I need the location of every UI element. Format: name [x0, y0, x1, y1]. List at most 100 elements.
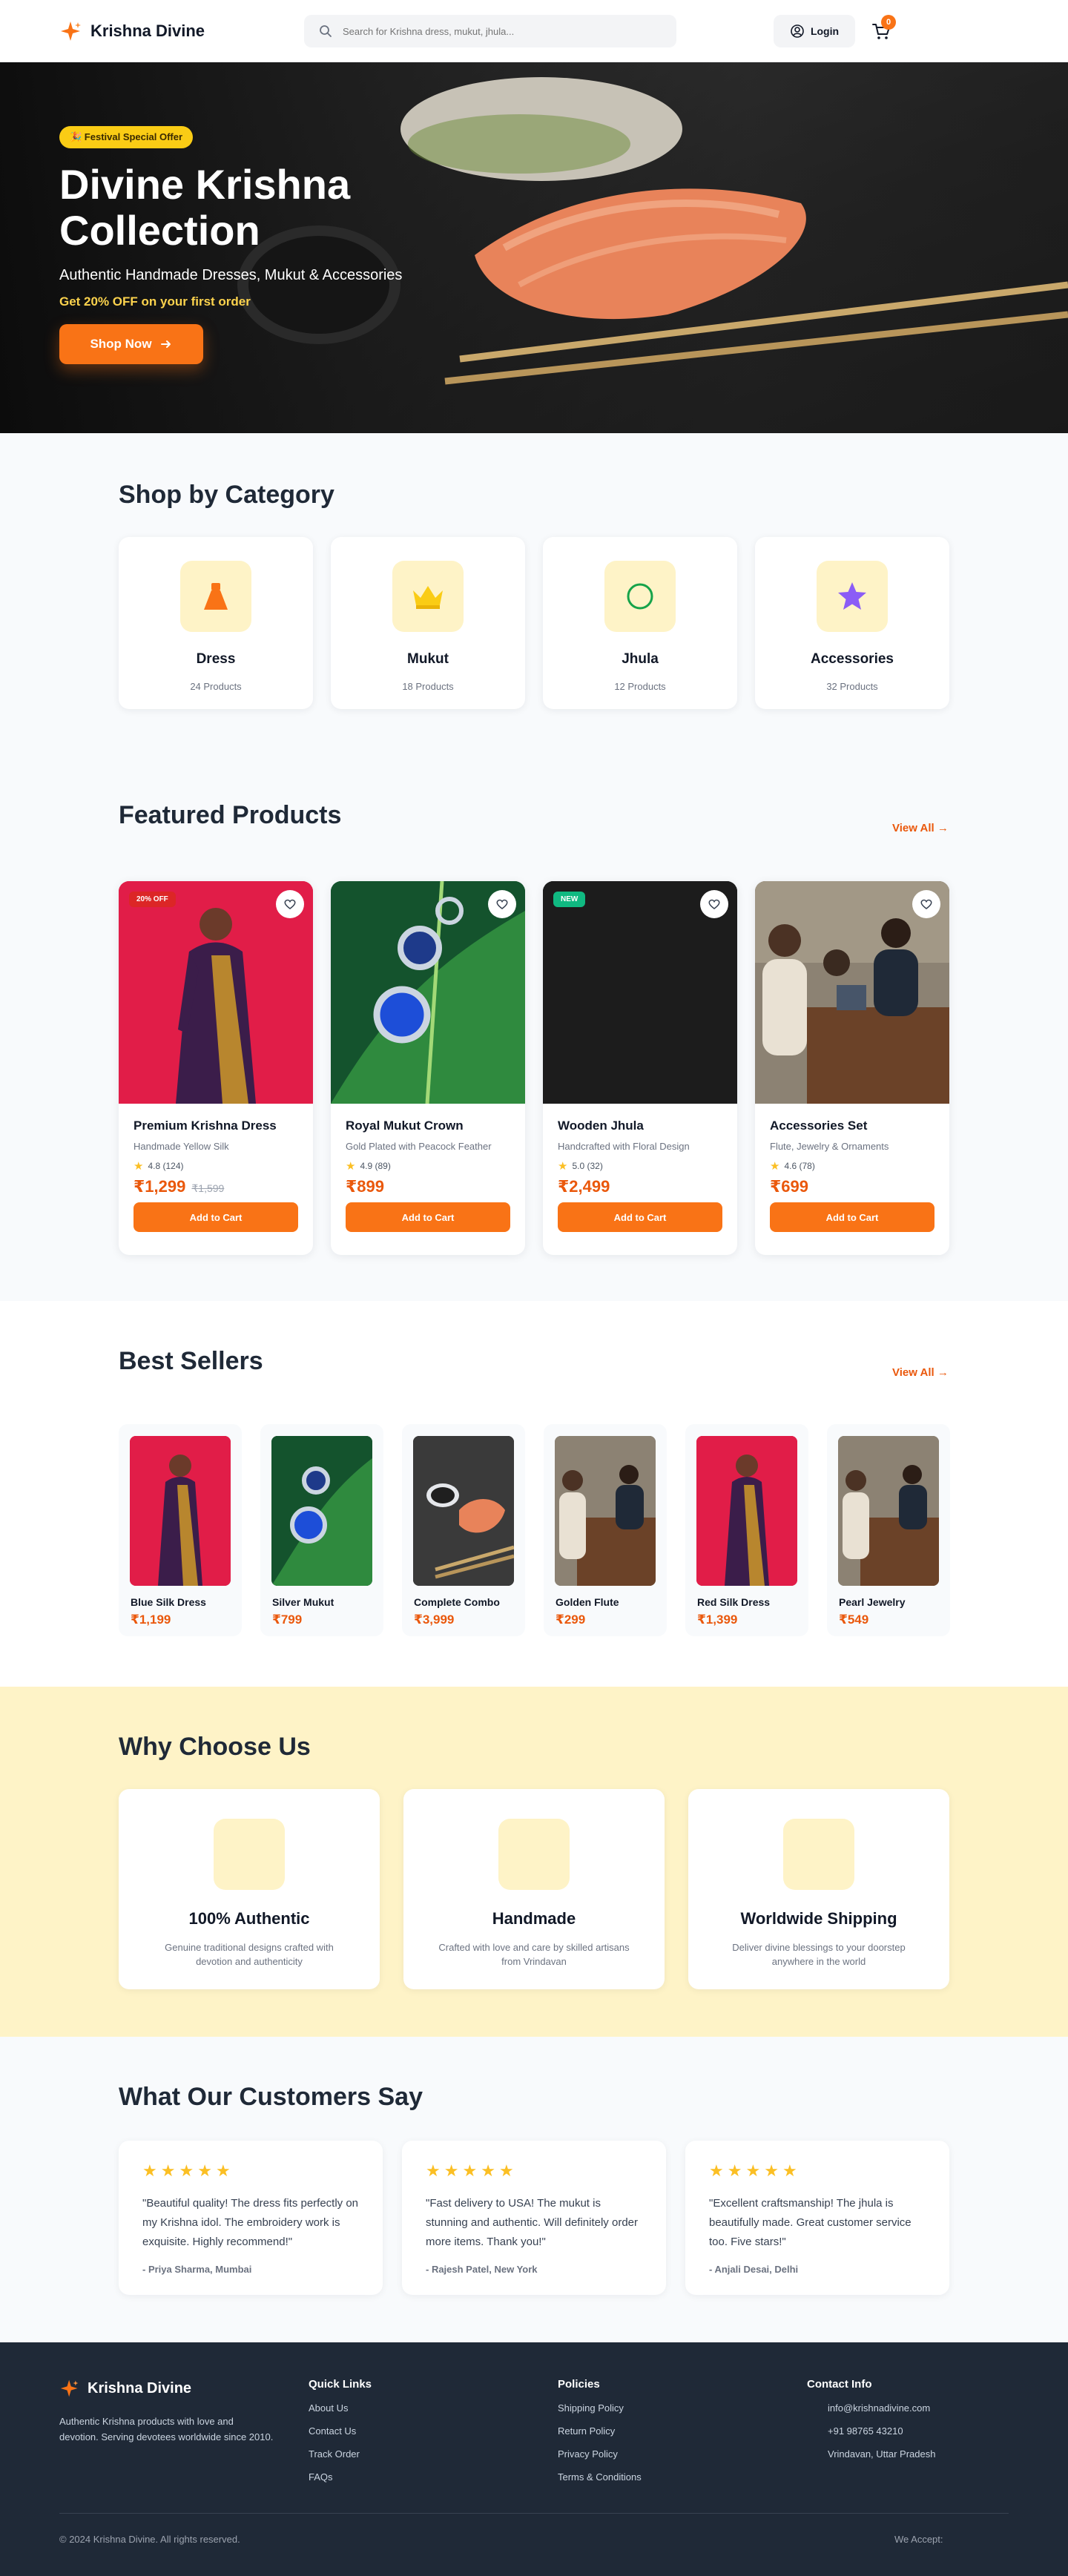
- product-rating: ★ 4.9 (89): [346, 1159, 510, 1173]
- footer-link-faqs[interactable]: FAQs: [309, 2471, 372, 2483]
- footer-link-terms[interactable]: Terms & Conditions: [558, 2471, 642, 2483]
- rating-value: 4.9 (89): [360, 1161, 391, 1171]
- product-image[interactable]: NEW: [543, 881, 737, 1104]
- footer-link-contact[interactable]: Contact Us: [309, 2425, 372, 2437]
- feature-name: 100% Authentic: [188, 1909, 310, 1928]
- hero-title-line-2: Collection: [59, 207, 260, 254]
- best-sellers-view-all-link[interactable]: View All →: [892, 1366, 949, 1379]
- featured-title: Featured Products: [119, 801, 342, 829]
- star-icon: ★: [558, 1160, 568, 1173]
- footer-link-about[interactable]: About Us: [309, 2402, 372, 2414]
- best-seller-card[interactable]: Pearl Jewelry ₹549: [827, 1424, 950, 1636]
- category-section: Shop by Category Dress 24 Products Mukut…: [0, 433, 1068, 745]
- footer-about: Authentic Krishna products with love and…: [59, 2416, 274, 2442]
- product-name: Complete Combo: [414, 1596, 500, 1608]
- product-image: [413, 1436, 514, 1586]
- product-price: ₹1,299 ₹1,599: [134, 1177, 298, 1196]
- star-icon: [817, 561, 888, 632]
- product-price: ₹3,999: [414, 1613, 455, 1627]
- category-name: Accessories: [811, 651, 894, 667]
- brand-logo[interactable]: Krishna Divine: [59, 19, 205, 43]
- crown-icon: [392, 561, 464, 632]
- wishlist-button[interactable]: [488, 890, 516, 918]
- star-icon: ★: [426, 2161, 441, 2180]
- contact-email[interactable]: info@krishnadivine.com: [807, 2402, 935, 2414]
- footer-logo[interactable]: Krishna Divine: [59, 2378, 191, 2399]
- footer-link-return[interactable]: Return Policy: [558, 2425, 642, 2437]
- product-description: Handmade Yellow Silk: [134, 1141, 229, 1152]
- product-image[interactable]: [331, 881, 525, 1104]
- contact-phone[interactable]: +91 98765 43210: [807, 2425, 935, 2437]
- cart-count-badge: 0: [881, 15, 896, 30]
- product-image: [555, 1436, 656, 1586]
- footer-link-track-order[interactable]: Track Order: [309, 2448, 372, 2460]
- testimonial-card: ★ ★ ★ ★ ★ "Beautiful quality! The dress fits…: [119, 2141, 383, 2295]
- product-card[interactable]: Accessories Set Flute, Jewelry & Ornamen…: [755, 881, 949, 1255]
- product-card[interactable]: Royal Mukut Crown Gold Plated with Peaco…: [331, 881, 525, 1255]
- product-name: Accessories Set: [770, 1119, 868, 1133]
- star-icon: ★: [770, 1160, 780, 1173]
- arrow-right-icon: [160, 340, 171, 348]
- category-count: 12 Products: [614, 681, 666, 692]
- hero-subtitle: Authentic Handmade Dresses, Mukut & Acce…: [59, 267, 403, 283]
- star-icon: ★: [444, 2161, 459, 2180]
- product-description: Flute, Jewelry & Ornaments: [770, 1141, 889, 1152]
- add-to-cart-button[interactable]: Add to Cart: [558, 1202, 722, 1232]
- category-card-accessories[interactable]: Accessories 32 Products: [755, 537, 949, 709]
- testimonial-author: - Rajesh Patel, New York: [426, 2264, 538, 2275]
- product-price: ₹699: [770, 1177, 934, 1196]
- product-price: ₹2,499: [558, 1177, 722, 1196]
- wishlist-button[interactable]: [700, 890, 728, 918]
- category-card-mukut[interactable]: Mukut 18 Products: [331, 537, 525, 709]
- hero-title-line-1: Divine Krishna: [59, 161, 351, 208]
- star-icon: ★: [462, 2161, 478, 2180]
- best-sellers-section: Best Sellers View All → Blue Silk Dress …: [0, 1301, 1068, 1687]
- best-seller-card[interactable]: Golden Flute ₹299: [544, 1424, 667, 1636]
- star-icon: ★: [142, 2161, 157, 2180]
- footer-contact: Contact Info info@krishnadivine.com +91 …: [807, 2378, 935, 2460]
- featured-view-all-link[interactable]: View All →: [892, 822, 949, 834]
- product-card[interactable]: 20% OFF Premium Krishna Dress Handmade Y…: [119, 881, 313, 1255]
- search-bar[interactable]: [304, 15, 676, 47]
- footer-column-title: Quick Links: [309, 2378, 372, 2391]
- category-card-dress[interactable]: Dress 24 Products: [119, 537, 313, 709]
- best-seller-card[interactable]: Blue Silk Dress ₹1,199: [119, 1424, 242, 1636]
- wishlist-button[interactable]: [276, 890, 304, 918]
- product-name: Silver Mukut: [272, 1596, 334, 1608]
- category-card-jhula[interactable]: Jhula 12 Products: [543, 537, 737, 709]
- product-price: ₹1,199: [131, 1613, 171, 1627]
- why-choose-us-section: Why Choose Us 100% Authentic Genuine tra…: [0, 1687, 1068, 2037]
- add-to-cart-button[interactable]: Add to Cart: [134, 1202, 298, 1232]
- best-seller-card[interactable]: Complete Combo ₹3,999: [402, 1424, 525, 1636]
- search-input[interactable]: [343, 25, 654, 37]
- add-to-cart-button[interactable]: Add to Cart: [346, 1202, 510, 1232]
- wishlist-button[interactable]: [912, 890, 940, 918]
- sparkle-logo-icon: [60, 2379, 79, 2397]
- shop-now-button[interactable]: Shop Now: [59, 324, 203, 364]
- footer-link-privacy[interactable]: Privacy Policy: [558, 2448, 642, 2460]
- login-button[interactable]: Login: [774, 15, 855, 47]
- best-seller-card[interactable]: Red Silk Dress ₹1,399: [685, 1424, 808, 1636]
- handmade-icon: [498, 1819, 570, 1890]
- product-card[interactable]: NEW Wooden Jhula Handcrafted with Floral…: [543, 881, 737, 1255]
- heart-icon: [708, 899, 720, 909]
- category-name: Mukut: [407, 651, 449, 667]
- product-image[interactable]: [755, 881, 949, 1104]
- best-seller-card[interactable]: Silver Mukut ₹799: [260, 1424, 383, 1636]
- why-choose-us-title: Why Choose Us: [119, 1733, 311, 1761]
- hero-content: 🎉 Festival Special Offer Divine Krishna …: [59, 126, 475, 364]
- rating-stars: ★ ★ ★ ★ ★: [709, 2161, 926, 2181]
- contact-address: Vrindavan, Uttar Pradesh: [807, 2448, 935, 2460]
- festival-badge: 🎉 Festival Special Offer: [59, 126, 194, 148]
- star-icon: ★: [764, 2161, 779, 2180]
- footer-link-shipping[interactable]: Shipping Policy: [558, 2402, 642, 2414]
- product-image: [838, 1436, 939, 1586]
- testimonial-card: ★ ★ ★ ★ ★ "Fast delivery to USA! The mukut i…: [402, 2141, 666, 2295]
- add-to-cart-button[interactable]: Add to Cart: [770, 1202, 934, 1232]
- shipping-icon: [783, 1819, 854, 1890]
- site-footer: Krishna Divine Authentic Krishna product…: [0, 2342, 1068, 2576]
- product-image[interactable]: 20% OFF: [119, 881, 313, 1104]
- circle-icon: [604, 561, 676, 632]
- product-price: ₹549: [839, 1613, 869, 1627]
- star-icon: ★: [197, 2161, 212, 2180]
